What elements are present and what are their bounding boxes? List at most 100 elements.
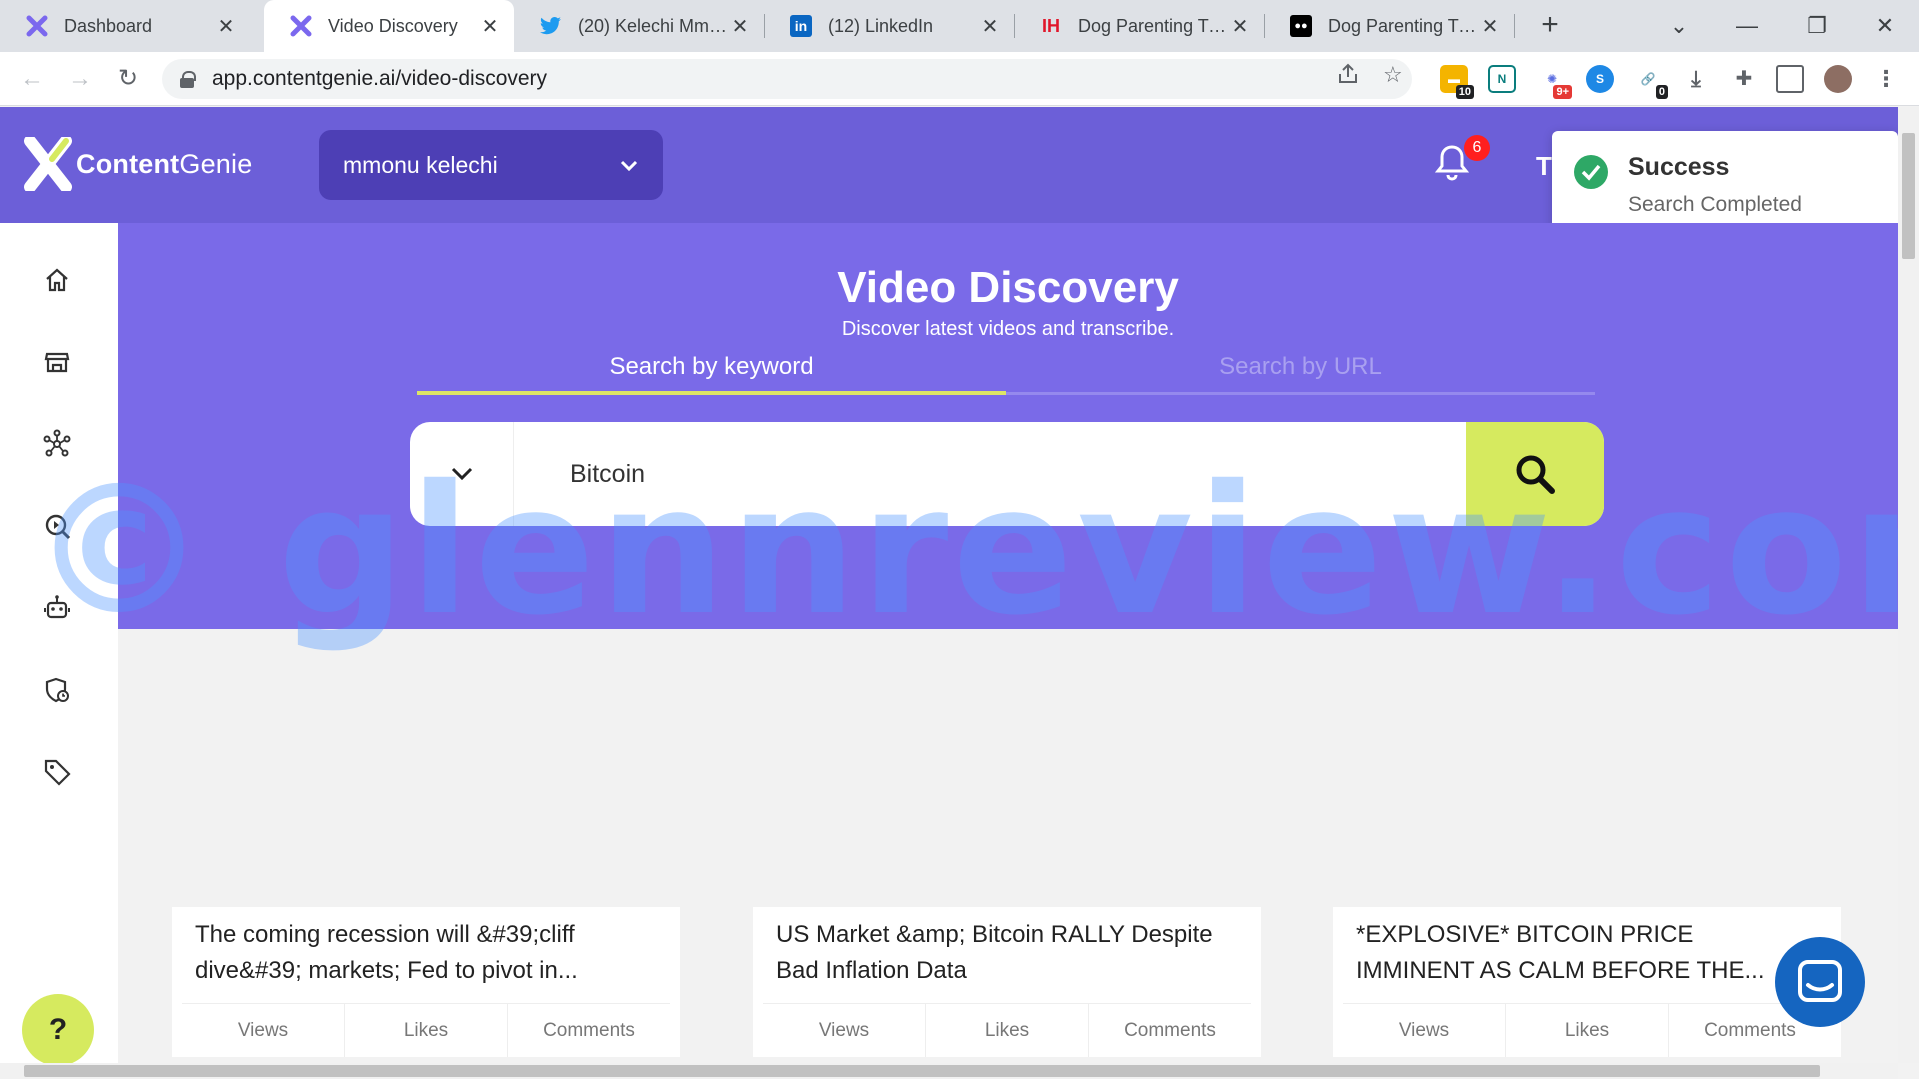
extension-4-icon[interactable]: S: [1586, 65, 1614, 93]
likes-label: Likes: [1506, 1004, 1669, 1057]
lock-icon[interactable]: [180, 71, 196, 88]
extension-n-icon[interactable]: N: [1488, 65, 1516, 93]
scrollbar-thumb[interactable]: [1902, 133, 1915, 259]
close-tab-icon[interactable]: ✕: [216, 14, 236, 39]
account-selector[interactable]: mmonu kelechi: [319, 130, 663, 200]
app-header: ContentGenie mmonu kelechi 6 T Success S…: [0, 107, 1898, 243]
extension-3-icon[interactable]: ✺ 9+: [1538, 65, 1572, 99]
contentgenie-icon: [290, 15, 312, 37]
keyword-search-input[interactable]: [570, 452, 1430, 496]
browser-tab-dashboard[interactable]: Dashboard ✕: [0, 0, 250, 52]
tab-title: (12) LinkedIn: [828, 15, 934, 36]
reload-button[interactable]: ↻: [112, 63, 144, 95]
search-button[interactable]: [1466, 422, 1604, 526]
active-tab-indicator: [417, 391, 1006, 395]
browser-toolbar: ← → ↻ app.contentgenie.ai/video-discover…: [0, 52, 1919, 106]
address-bar[interactable]: app.contentgenie.ai/video-discovery: [162, 59, 1412, 99]
chrome-menu-icon[interactable]: ⋮: [1872, 65, 1900, 93]
scrollbar-thumb[interactable]: [24, 1065, 1820, 1077]
horizontal-scrollbar[interactable]: [0, 1063, 1898, 1079]
tab-separator: [764, 14, 765, 38]
bookmark-star-icon[interactable]: ☆: [1383, 62, 1403, 88]
browser-tab-twitter[interactable]: (20) Kelechi Mmonu ✕: [514, 0, 764, 52]
forward-button[interactable]: →: [64, 63, 96, 95]
back-button[interactable]: ←: [16, 63, 48, 95]
share-icon[interactable]: [1336, 62, 1360, 92]
browser-tab-strip: Dashboard ✕ Video Discovery ✕ (20) Kelec…: [0, 0, 1919, 52]
video-stats: Views Likes Comments: [1343, 1003, 1831, 1057]
sidebar-network-icon[interactable]: [42, 429, 72, 459]
header-icon-partial[interactable]: T: [1536, 151, 1552, 182]
tab-separator: [1014, 14, 1015, 38]
side-panel-icon[interactable]: [1776, 65, 1804, 93]
tab-separator: [1514, 14, 1515, 38]
likes-label: Likes: [926, 1004, 1089, 1057]
sidebar-video-search-icon[interactable]: [42, 511, 72, 541]
tab-title: Video Discovery: [328, 15, 458, 36]
browser-tab-medium[interactable]: ●● Dog Parenting Tips ✕: [1264, 0, 1514, 52]
new-tab-button[interactable]: +: [1532, 8, 1568, 44]
close-tab-icon[interactable]: ✕: [1230, 14, 1250, 39]
extension-link-icon[interactable]: 🔗 0: [1634, 65, 1668, 99]
page-title: Video Discovery: [837, 263, 1179, 312]
comments-label: Comments: [543, 1020, 635, 1041]
vertical-scrollbar[interactable]: [1898, 107, 1919, 1063]
tab-search-by-keyword[interactable]: Search by keyword: [417, 347, 1006, 397]
views-label: Views: [182, 1004, 345, 1057]
browser-tab-ih[interactable]: IH Dog Parenting Tips ✕: [1014, 0, 1264, 52]
video-result-card[interactable]: The coming recession will &#39;cliff div…: [172, 907, 680, 1057]
sidebar-store-icon[interactable]: [42, 347, 72, 377]
linkedin-icon: in: [790, 15, 812, 37]
sidebar-shield-clock-icon[interactable]: [42, 675, 72, 705]
close-tab-icon[interactable]: ✕: [1480, 14, 1500, 39]
video-stats: Views Likes Comments: [182, 1003, 670, 1057]
chat-launcher-button[interactable]: [1775, 937, 1865, 1027]
tab-separator: [1264, 14, 1265, 38]
medium-icon: ●●: [1290, 15, 1312, 37]
video-title[interactable]: The coming recession will &#39;cliff div…: [195, 917, 655, 989]
extension-badge: 0: [1655, 85, 1668, 99]
close-tab-icon[interactable]: ✕: [980, 14, 1000, 39]
close-window-button[interactable]: ✕: [1862, 8, 1908, 44]
close-tab-icon[interactable]: ✕: [480, 14, 500, 39]
browser-tab-linkedin[interactable]: in (12) LinkedIn ✕: [764, 0, 1014, 52]
notification-badge: 6: [1464, 135, 1490, 161]
help-button[interactable]: ?: [22, 994, 94, 1066]
extension-badge: 10: [1455, 85, 1474, 99]
browser-tab-video-discovery[interactable]: Video Discovery ✕: [264, 0, 514, 52]
minimize-button[interactable]: —: [1724, 8, 1770, 44]
close-tab-icon[interactable]: ✕: [730, 14, 750, 39]
check-circle-icon: [1574, 155, 1608, 189]
sidebar-robot-icon[interactable]: [42, 593, 72, 623]
sidebar-tag-icon[interactable]: [42, 757, 72, 787]
video-result-card[interactable]: US Market &amp; Bitcoin RALLY Despite Ba…: [753, 907, 1261, 1057]
sidebar-home-icon[interactable]: [42, 265, 72, 295]
video-result-card[interactable]: *EXPLOSIVE* BITCOIN PRICE IMMINENT AS CA…: [1333, 907, 1841, 1057]
restore-button[interactable]: ❐: [1794, 8, 1840, 44]
chevron-down-icon: [451, 467, 472, 481]
chat-icon: [1798, 960, 1842, 1002]
toast-title: Success: [1628, 153, 1730, 181]
video-title[interactable]: *EXPLOSIVE* BITCOIN PRICE IMMINENT AS CA…: [1356, 917, 1816, 989]
extensions-puzzle-icon[interactable]: ✚: [1730, 65, 1758, 93]
search-bar: [410, 422, 1604, 526]
toast-message: Search Completed: [1628, 193, 1802, 216]
likes-label: Likes: [345, 1004, 508, 1057]
profile-avatar[interactable]: [1824, 65, 1852, 93]
tab-search-by-url[interactable]: Search by URL: [1006, 347, 1595, 397]
video-stats: Views Likes Comments: [763, 1003, 1251, 1057]
sidebar: [0, 223, 118, 1079]
extension-1-icon[interactable]: ▬ 10: [1440, 65, 1474, 99]
contentgenie-icon: [26, 15, 48, 37]
page-subtitle: Discover latest videos and transcribe.: [841, 318, 1175, 340]
contentgenie-logo[interactable]: ContentGenie: [24, 135, 252, 193]
tab-search-button[interactable]: ⌄: [1656, 8, 1702, 44]
video-title[interactable]: US Market &amp; Bitcoin RALLY Despite Ba…: [776, 917, 1236, 989]
search-icon: [1516, 455, 1555, 494]
search-filter-dropdown[interactable]: [410, 422, 514, 526]
notifications-button[interactable]: 6: [1434, 135, 1490, 183]
comments-label: Comments: [1124, 1020, 1216, 1041]
download-icon[interactable]: ⤓: [1682, 65, 1710, 93]
video-discovery-hero: Video Discovery Discover latest videos a…: [118, 223, 1898, 629]
tab-title: Dog Parenting Tips: [1078, 15, 1230, 36]
